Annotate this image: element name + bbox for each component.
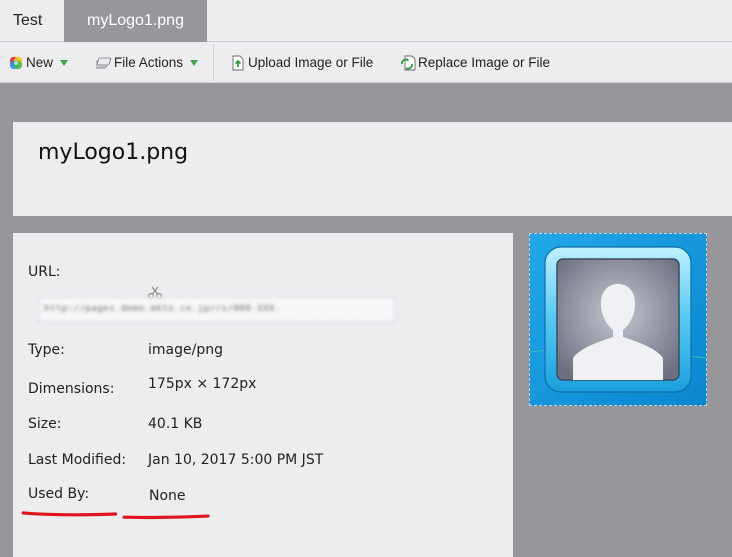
last-modified-label: Last Modified: [28,452,127,468]
replace-document-icon [400,55,416,71]
file-stack-icon [93,55,112,71]
used-by-value: None [149,488,186,504]
type-label: Type: [28,342,65,358]
size-label: Size: [28,416,62,432]
image-preview[interactable] [529,233,707,406]
file-actions-caret-icon [190,60,199,66]
last-modified-value: Jan 10, 2017 5:00 PM JST [148,452,324,468]
new-button[interactable]: New [8,42,69,83]
replace-label: Replace Image or File [418,55,551,70]
used-by-label: Used By: [28,486,90,502]
avatar-placeholder-icon [530,234,706,405]
dimensions-label: Dimensions: [28,381,115,397]
file-actions-button[interactable]: File Actions [93,42,199,83]
color-wheel-icon [8,55,24,71]
replace-image-button[interactable]: Replace Image or File [400,42,550,83]
type-value: image/png [148,342,223,358]
url-label: URL: [28,264,61,280]
tab-bar: Test myLogo1.png [0,0,732,42]
upload-image-button[interactable]: Upload Image or File [230,42,373,83]
file-details-panel: URL: http://pages.demo.mkto.co.jp/rs/000… [13,233,513,557]
title-panel: myLogo1.png [13,122,732,216]
toolbar-separator [213,44,214,81]
toolbar: New File Actions Upload Image or File Re… [0,42,732,83]
url-field[interactable]: http://pages.demo.mkto.co.jp/rs/000-XXX-… [39,297,395,322]
tab-test[interactable]: Test [0,0,64,42]
size-value: 40.1 KB [148,416,203,432]
new-dropdown-caret-icon [60,60,69,66]
red-underline-annotation [21,511,210,520]
dimensions-value: 175px × 172px [148,376,257,392]
new-label: New [26,55,54,70]
page-title: myLogo1.png [38,140,189,165]
upload-document-icon [230,55,246,71]
tab-mylogo1[interactable]: myLogo1.png [64,0,207,42]
file-actions-label: File Actions [114,55,184,70]
upload-label: Upload Image or File [248,55,374,70]
